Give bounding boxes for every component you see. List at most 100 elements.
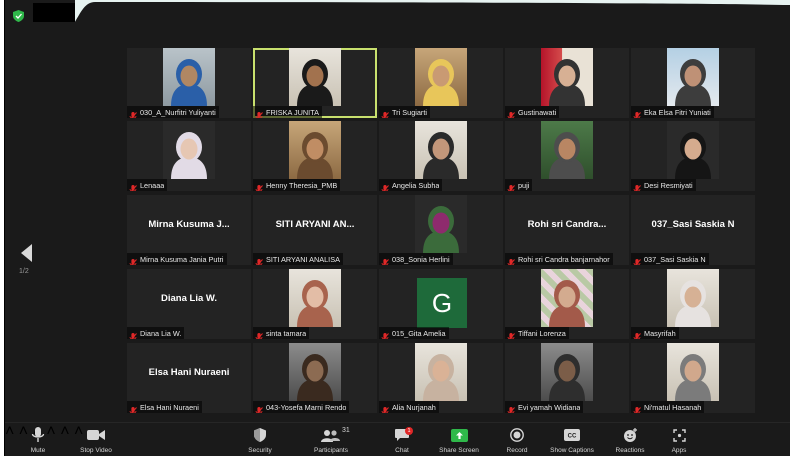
participant-name: puji — [518, 180, 530, 190]
arrow-left-icon[interactable] — [21, 244, 32, 262]
muted-microphone-icon — [507, 108, 515, 118]
security-label: Security — [248, 447, 272, 454]
stop-video-button[interactable]: Stop Video — [75, 426, 117, 454]
participant-tile[interactable]: Diana Lia W. Diana Lia W. — [127, 269, 251, 339]
participant-tile[interactable]: SITI ARYANI AN... SITI ARYANI ANALISA — [253, 195, 377, 265]
participant-tile[interactable]: puji — [505, 121, 629, 191]
participant-video — [289, 48, 341, 106]
participant-tile[interactable]: Alia Nurjanah — [379, 343, 503, 413]
share-screen-icon — [435, 426, 483, 444]
participant-name-bar: 030_A_Nurfitri Yuliyanti — [127, 106, 219, 118]
muted-microphone-icon — [381, 403, 389, 413]
muted-microphone-icon — [633, 181, 641, 191]
participant-name: Angelia Subha — [392, 180, 440, 190]
participant-name: Lenaaa — [140, 180, 165, 190]
chat-button[interactable]: 1 Chat — [389, 426, 415, 454]
participant-name: Evi yamah Widiana — [518, 402, 581, 412]
title-bar — [5, 0, 790, 22]
previous-page-button[interactable]: 1/2 — [19, 244, 41, 280]
reactions-button[interactable]: Reactions — [611, 426, 649, 454]
participant-video — [667, 121, 719, 179]
participant-video — [667, 48, 719, 106]
participant-video — [289, 343, 341, 401]
participant-name: 030_A_Nurfitri Yuliyanti — [140, 107, 216, 117]
participant-tile[interactable]: Eka Elsa Fitri Yuniati — [631, 48, 755, 118]
muted-microphone-icon — [255, 329, 263, 339]
share-screen-button[interactable]: Share Screen — [435, 426, 483, 454]
participant-tile[interactable]: sinta tamara — [253, 269, 377, 339]
participant-tile[interactable]: Desi Resmiyati — [631, 121, 755, 191]
participant-name: Mirna Kusuma Jania Putri — [140, 254, 224, 264]
participant-video — [289, 269, 341, 327]
participant-name: Ni'matul Hasanah — [644, 402, 702, 412]
participants-button[interactable]: 31 Participants — [308, 426, 354, 454]
shield-icon[interactable] — [13, 10, 24, 22]
participant-tile[interactable]: Mirna Kusuma J... Mirna Kusuma Jania Putr… — [127, 195, 251, 265]
security-button[interactable]: Security — [243, 426, 277, 454]
participant-name-bar: Lenaaa — [127, 179, 168, 191]
participant-name: Henny Theresia_PMB — [266, 180, 338, 190]
participant-tile[interactable]: FRISKA JUNITA — [253, 48, 377, 118]
participant-name: Alia Nurjanah — [392, 402, 436, 412]
participant-tile[interactable]: 038_Sonia Herlini — [379, 195, 503, 265]
participant-name-bar: Tiffani Lorenza — [505, 327, 569, 339]
participant-video — [541, 48, 593, 106]
participant-tile[interactable]: Ni'matul Hasanah — [631, 343, 755, 413]
stop-video-label: Stop Video — [80, 447, 112, 454]
chevron-up-icon[interactable]: ˄ — [60, 423, 69, 440]
participant-tile[interactable]: G 015_Gita Amelia — [379, 269, 503, 339]
participant-name-bar: Tri Sugiarti — [379, 106, 431, 118]
muted-microphone-icon — [129, 403, 137, 413]
participant-name: Elsa Hani Nuraeni — [140, 402, 199, 412]
muted-microphone-icon — [129, 255, 137, 265]
redacted-block — [33, 3, 78, 22]
participant-video — [163, 48, 215, 106]
show-captions-label: Show Captions — [550, 447, 594, 454]
chat-label: Chat — [395, 447, 409, 454]
participant-tile[interactable]: 030_A_Nurfitri Yuliyanti — [127, 48, 251, 118]
participant-tile[interactable]: Evi yamah Widiana — [505, 343, 629, 413]
participant-video — [289, 121, 341, 179]
mute-button[interactable]: Mute — [23, 426, 53, 454]
participant-tile[interactable]: Henny Theresia_PMB — [253, 121, 377, 191]
share-screen-label: Share Screen — [439, 447, 479, 454]
muted-microphone-icon — [633, 108, 641, 118]
participant-display-name: Diana Lia W. — [161, 293, 217, 304]
chevron-up-icon[interactable]: ˄ — [5, 423, 14, 440]
participant-name-bar: Elsa Hani Nuraeni — [127, 401, 202, 413]
participant-name: Rohi sri Candra banjarnahor — [518, 254, 610, 264]
muted-microphone-icon — [507, 403, 515, 413]
meeting-controls: Mute ˄ Stop Video ˄ Security 31 Particip… — [5, 422, 790, 456]
participant-display-name: SITI ARYANI AN... — [275, 219, 355, 230]
participant-name: SITI ARYANI ANALISA — [266, 254, 340, 264]
zoom-window: 1/2 030_A_Nurfitri Yuliyanti FRISKA JUNIT… — [4, 0, 790, 456]
participant-tile[interactable]: Elsa Hani Nuraeni Elsa Hani Nuraeni — [127, 343, 251, 413]
participant-tile[interactable]: Tiffani Lorenza — [505, 269, 629, 339]
participant-video — [541, 269, 593, 327]
participant-name-bar: Masyrifah — [631, 327, 679, 339]
participant-tile[interactable]: Angelia Subha — [379, 121, 503, 191]
participant-video — [415, 48, 467, 106]
muted-microphone-icon — [255, 181, 263, 191]
participant-tile[interactable]: Tri Sugiarti — [379, 48, 503, 118]
participant-tile[interactable]: 043-Yosefa Marni Rendo — [253, 343, 377, 413]
background-wave — [75, 0, 790, 22]
participant-name: 015_Gita Amelia — [392, 328, 446, 338]
participant-name: 043-Yosefa Marni Rendo — [266, 402, 347, 412]
participant-name-bar: Evi yamah Widiana — [505, 401, 584, 413]
show-captions-button[interactable]: CC Show Captions — [545, 426, 599, 454]
participant-name-bar: 037_Sasi Saskia N — [631, 253, 709, 265]
apps-button[interactable]: Apps — [666, 426, 692, 454]
participant-name-bar: 038_Sonia Herlini — [379, 253, 453, 265]
muted-microphone-icon — [381, 108, 389, 118]
page-indicator: 1/2 — [19, 268, 29, 275]
participant-tile[interactable]: 037_Sasi Saskia N 037_Sasi Saskia N — [631, 195, 755, 265]
participant-name-bar: Diana Lia W. — [127, 327, 185, 339]
participant-tile[interactable]: Rohi sri Candra... Rohi sri Candra banjar… — [505, 195, 629, 265]
record-button[interactable]: Record — [502, 426, 532, 454]
participant-tile[interactable]: Masyrifah — [631, 269, 755, 339]
participant-tile[interactable]: Lenaaa — [127, 121, 251, 191]
participant-name-bar: Desi Resmiyati — [631, 179, 696, 191]
muted-microphone-icon — [129, 329, 137, 339]
participant-tile[interactable]: Gustinawati — [505, 48, 629, 118]
